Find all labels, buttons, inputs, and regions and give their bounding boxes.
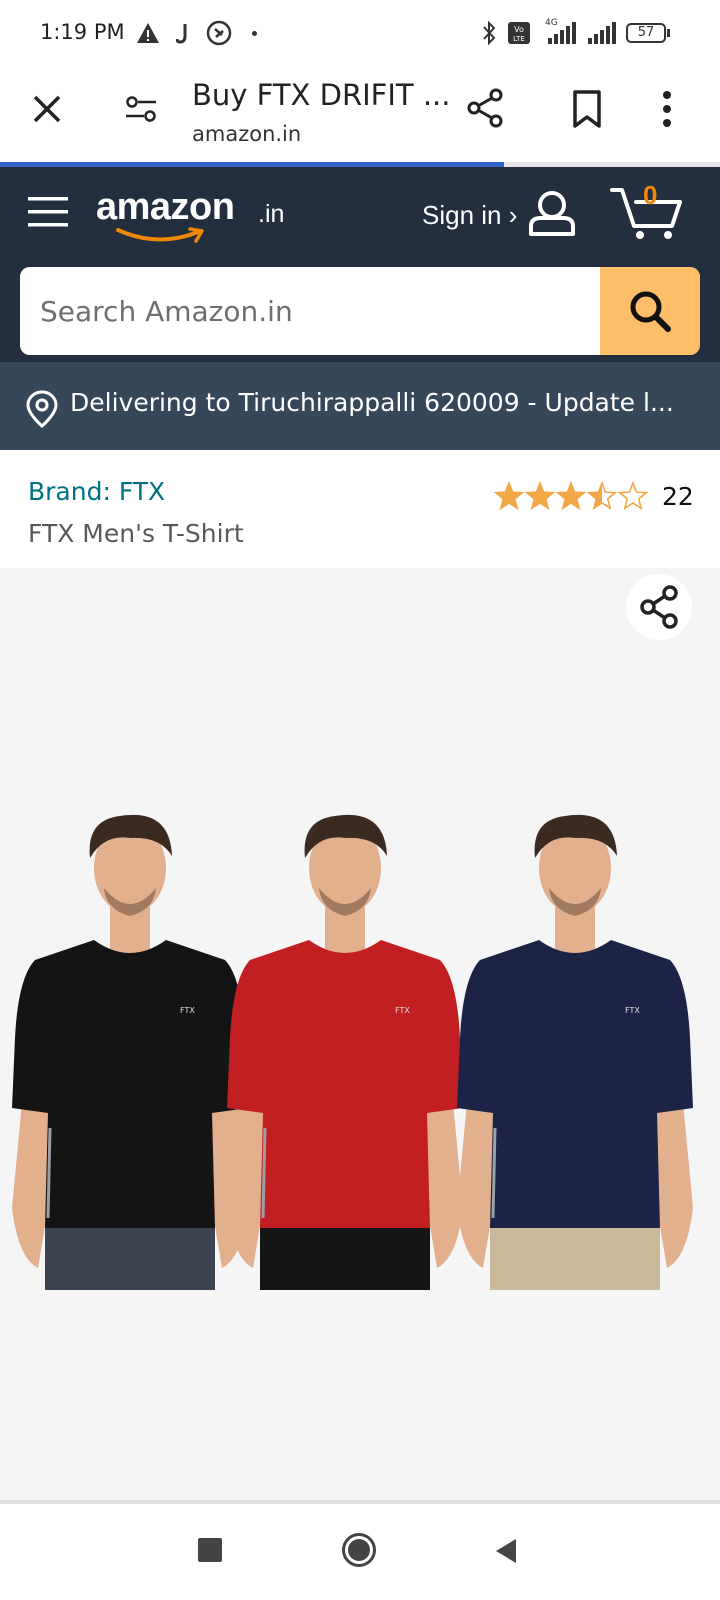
reflective-piping — [46, 1127, 52, 1219]
hamburger-icon[interactable] — [28, 195, 68, 229]
cart-count: 0 — [643, 180, 658, 210]
shirt-logo: FTX — [625, 1006, 640, 1015]
notification-app-icon — [176, 24, 187, 44]
rating-star — [555, 480, 587, 511]
sign-in-link[interactable]: Sign in › — [422, 200, 517, 231]
home-icon[interactable] — [341, 1532, 377, 1568]
battery-tip — [667, 29, 670, 37]
amazon-logo-suffix[interactable]: .in — [258, 200, 284, 229]
svg-text:Vo: Vo — [514, 25, 524, 34]
delivery-location-text[interactable]: Delivering to Tiruchirappalli 620009 - U… — [70, 388, 674, 417]
tab-title[interactable]: Buy FTX DRIFIT ... — [192, 78, 450, 112]
share-icon[interactable] — [466, 88, 504, 128]
product-image[interactable]: FTX FTX FTX — [0, 568, 720, 1500]
rating-stars[interactable] — [494, 480, 654, 514]
status-time: 1:19 PM — [40, 20, 125, 44]
model-figure: FTX — [457, 814, 693, 1290]
volte-icon: Vo LTE — [508, 22, 530, 44]
rating-count[interactable]: 22 — [662, 482, 694, 511]
search-icon — [630, 291, 671, 332]
search-input[interactable] — [20, 267, 600, 355]
bookmark-icon[interactable] — [572, 90, 602, 128]
recents-icon[interactable] — [198, 1538, 222, 1562]
product-title: FTX Men's T-Shirt — [28, 519, 244, 548]
rating-star — [494, 480, 525, 511]
amazon-logo[interactable]: amazon — [96, 186, 235, 229]
amazon-smile-arrow — [116, 227, 204, 243]
reflective-piping — [261, 1127, 267, 1219]
signal-icon-2 — [588, 22, 616, 44]
model-figure: FTX — [227, 814, 463, 1290]
svg-text:LTE: LTE — [513, 35, 525, 43]
reflective-piping — [491, 1127, 497, 1219]
signal-icon-1 — [548, 22, 576, 44]
rating-star — [586, 480, 618, 511]
product-image-gallery[interactable]: FTX FTX FTX — [0, 568, 720, 1500]
close-icon[interactable] — [32, 94, 62, 124]
back-icon[interactable] — [494, 1538, 518, 1564]
shirt-logo: FTX — [395, 1006, 410, 1015]
rating-star — [617, 480, 649, 511]
tab-domain[interactable]: amazon.in — [192, 122, 301, 146]
model-figure: FTX — [12, 814, 248, 1290]
bluetooth-icon — [483, 20, 496, 46]
share-icon — [640, 585, 678, 629]
warning-icon — [137, 23, 159, 43]
tune-icon[interactable] — [124, 94, 158, 124]
system-nav-bar — [0, 1504, 720, 1600]
more-vert-icon[interactable] — [662, 90, 672, 128]
more-notifications-dot — [252, 31, 257, 36]
rating-star — [524, 480, 556, 511]
location-pin-icon — [26, 390, 58, 428]
shirt-logo: FTX — [180, 1006, 195, 1015]
share-product-button[interactable] — [626, 574, 692, 640]
user-icon[interactable] — [527, 188, 577, 238]
shazam-icon — [206, 20, 232, 46]
brand-link[interactable]: Brand: FTX — [28, 477, 165, 506]
search-bar — [20, 267, 700, 355]
status-bar: 1:19 PM Vo LTE 4G 57 — [0, 0, 720, 66]
search-button[interactable] — [600, 267, 700, 355]
battery-indicator: 57 — [626, 23, 666, 43]
